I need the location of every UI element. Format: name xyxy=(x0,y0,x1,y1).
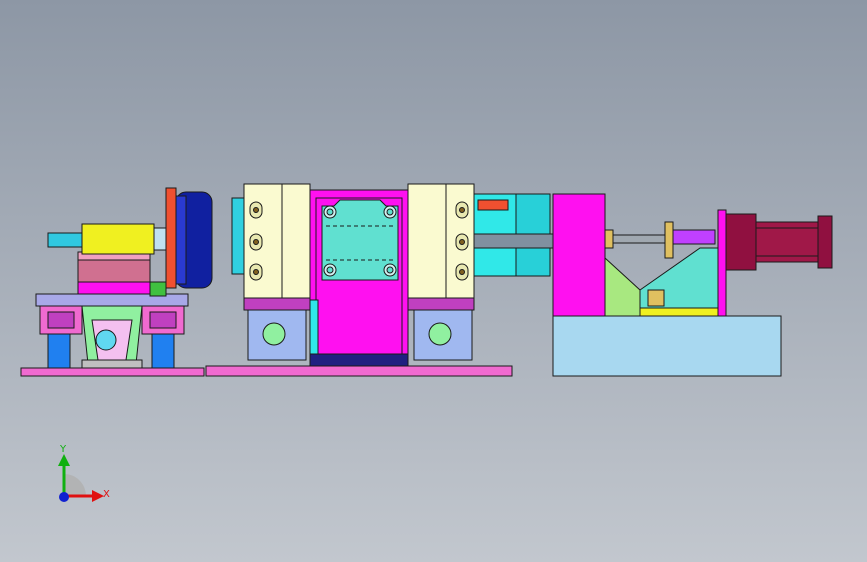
right-magenta-block xyxy=(552,193,606,317)
right-bronze-collar xyxy=(604,229,614,249)
triad-y-arrowhead xyxy=(58,454,70,466)
left-motor-mount-lower xyxy=(77,281,151,295)
center-purple-rail-right xyxy=(407,297,475,311)
triad-z-origin xyxy=(59,492,69,502)
right-magenta-bracket xyxy=(717,209,727,317)
cad-viewport[interactable]: Y X xyxy=(0,0,867,562)
right-base-block xyxy=(552,315,782,377)
left-yellow-housing xyxy=(81,223,155,255)
right-yellow-shim xyxy=(639,307,719,317)
right-steel-rod xyxy=(473,233,555,249)
left-slide-block-right-inner xyxy=(149,311,177,329)
right-purple-pin xyxy=(672,229,716,245)
assembly-drawing xyxy=(20,183,833,502)
right-maroon-endcap xyxy=(817,215,833,269)
left-spindle-assembly xyxy=(20,187,213,377)
right-thin-rod xyxy=(612,234,674,244)
left-housing-collar xyxy=(153,227,167,251)
right-cylinder-assembly xyxy=(473,193,833,377)
center-green-boss-left xyxy=(262,322,286,346)
right-lime-wedge xyxy=(604,256,641,317)
center-navy-base xyxy=(309,353,409,367)
center-base-plate xyxy=(205,365,513,377)
triad-arc xyxy=(64,474,86,496)
right-maroon-flange xyxy=(725,213,757,271)
left-slide-rail-right xyxy=(151,333,175,369)
right-gold-nut xyxy=(647,289,665,307)
left-orange-flange xyxy=(165,187,177,289)
center-green-boss-right xyxy=(428,322,452,346)
left-bracket-foot xyxy=(81,359,143,369)
left-side-plate xyxy=(149,281,167,297)
left-base-plate xyxy=(20,367,205,377)
center-block-assembly xyxy=(205,183,513,377)
left-slide-rail-left xyxy=(47,333,71,369)
triad-y-label: Y xyxy=(60,444,67,455)
right-orange-tab xyxy=(477,199,509,211)
left-bracket-bore xyxy=(95,329,117,351)
coordinate-triad xyxy=(58,454,104,502)
triad-x-label: X xyxy=(103,489,110,500)
center-cyan-strip xyxy=(309,299,319,357)
left-slide-block-left-inner xyxy=(47,311,75,329)
left-blue-disc-rim xyxy=(175,195,187,285)
center-purple-rail-left xyxy=(243,297,311,311)
right-gold-ring xyxy=(664,221,674,259)
